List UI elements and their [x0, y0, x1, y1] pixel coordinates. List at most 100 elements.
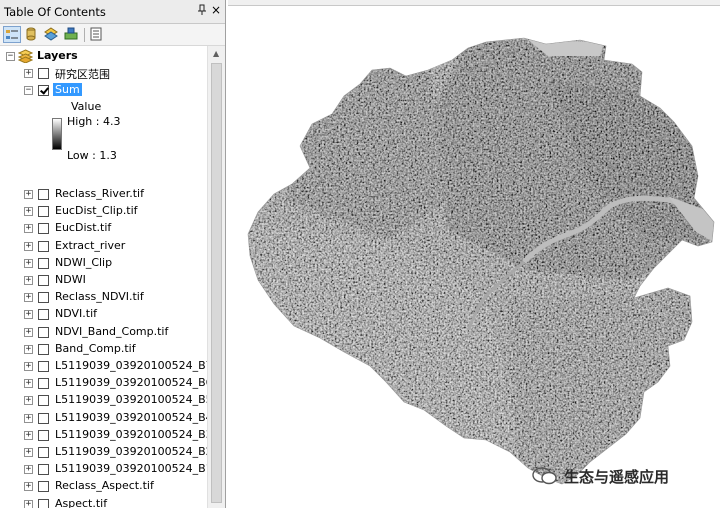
toc-toolbar [0, 24, 225, 46]
layer-visibility-checkbox[interactable] [38, 292, 49, 304]
layer-item[interactable]: + L5119039_03920100524_B50.TI [0, 392, 207, 409]
layer-visibility-checkbox[interactable] [38, 361, 49, 372]
collapse-icon[interactable]: − [24, 86, 33, 95]
expand-icon[interactable]: + [24, 241, 33, 251]
expand-icon[interactable]: + [24, 448, 33, 457]
layer-item[interactable]: + NDWI [0, 272, 207, 289]
collapse-icon[interactable]: − [6, 52, 15, 61]
panel-title-bar: Table Of Contents × [0, 0, 225, 24]
scrollbar-thumb[interactable] [211, 63, 222, 503]
layer-label: L5119039_03920100524_B20.TI [55, 445, 207, 458]
layer-visibility-checkbox[interactable] [38, 412, 49, 424]
layer-visibility-checkbox[interactable] [38, 326, 49, 338]
layer-label: NDWI [55, 273, 86, 286]
layer-tree: − Layers + 研究区范围 − Sum Value High: 4.3 … [0, 46, 207, 508]
layer-item[interactable]: + EucDist_Clip.tif [0, 203, 207, 220]
layer-item[interactable]: + L5119039_03920100524_B30.TI [0, 427, 207, 444]
layer-visibility-checkbox[interactable] [38, 257, 49, 269]
layer-visibility-checkbox[interactable] [38, 206, 49, 218]
layer-visibility-checkbox[interactable] [38, 429, 49, 441]
layer-visibility-checkbox[interactable] [38, 68, 49, 79]
list-by-visibility-button[interactable] [43, 26, 61, 43]
expand-icon[interactable]: + [24, 379, 33, 389]
layer-item[interactable]: + Aspect.tif [0, 496, 207, 508]
layer-item[interactable]: + L5119039_03920100524_B40.TI [0, 410, 207, 427]
expand-icon[interactable]: + [24, 69, 33, 78]
panel-title: Table Of Contents [4, 5, 106, 19]
layers-root[interactable]: − Layers [0, 48, 207, 65]
map-view[interactable] [228, 0, 720, 508]
layer-item[interactable]: + Reclass_NDVI.tif [0, 289, 207, 306]
expand-icon[interactable]: + [24, 293, 33, 303]
layer-visibility-checkbox[interactable] [38, 309, 49, 321]
layers-icon [6, 30, 18, 39]
layer-item[interactable]: + L5119039_03920100524_B20.TI [0, 444, 207, 461]
layer-label: EucDist_Clip.tif [55, 204, 138, 218]
expand-icon[interactable]: + [24, 362, 33, 371]
layers-icon [17, 49, 34, 66]
options-icon [90, 27, 102, 41]
layer-visibility-checkbox[interactable] [38, 447, 49, 458]
list-by-source-button[interactable] [23, 26, 41, 43]
expand-icon[interactable]: + [24, 207, 33, 217]
layer-item[interactable]: + L5119039_03920100524_B60.TI [0, 375, 207, 392]
expand-icon[interactable]: + [24, 258, 33, 268]
layer-item[interactable]: + EucDist.tif [0, 220, 207, 237]
expand-icon[interactable]: + [24, 430, 33, 440]
layer-visibility-checkbox[interactable] [38, 378, 49, 390]
vertical-scrollbar[interactable]: ▲ [207, 46, 225, 508]
expand-icon[interactable]: + [24, 310, 33, 320]
scroll-up-arrow-icon[interactable]: ▲ [213, 49, 219, 58]
layer-item[interactable]: + L5119039_03920100524_B10.TI [0, 461, 207, 478]
layer-label: Extract_river [55, 238, 126, 252]
expand-icon[interactable]: + [24, 465, 33, 475]
expand-icon[interactable]: + [24, 224, 33, 234]
layer-item[interactable]: + Band_Comp.tif [0, 341, 207, 358]
layer-item[interactable]: + NDVI.tif [0, 306, 207, 323]
layer-item[interactable]: + NDWI_Clip [0, 255, 207, 272]
expand-icon[interactable]: + [24, 276, 33, 285]
layer-visibility-checkbox[interactable] [38, 223, 49, 235]
list-by-drawing-order-button[interactable] [3, 26, 21, 43]
expand-icon[interactable]: + [24, 482, 33, 492]
pin-icon[interactable] [197, 4, 207, 19]
layer-item[interactable]: + Extract_river [0, 238, 207, 255]
layer-visibility-checkbox[interactable] [38, 498, 49, 508]
layer-item-study-area[interactable]: + 研究区范围 [0, 65, 207, 82]
toolbar-separator [84, 28, 85, 42]
layer-visibility-checkbox[interactable] [38, 85, 49, 96]
expand-icon[interactable]: + [24, 190, 33, 199]
expand-icon[interactable]: + [24, 499, 33, 508]
expand-icon[interactable]: + [24, 396, 33, 406]
expand-icon[interactable]: + [24, 327, 33, 337]
layer-visibility-checkbox[interactable] [38, 464, 49, 476]
layer-visibility-checkbox[interactable] [38, 481, 49, 493]
layer-visibility-checkbox[interactable] [38, 275, 49, 286]
layer-item[interactable]: + Reclass_River.tif [0, 186, 207, 203]
layer-visibility-checkbox[interactable] [38, 395, 49, 407]
layers-root-label: Layers [37, 49, 78, 62]
map-view-top-border [228, 0, 720, 6]
expand-icon[interactable]: + [24, 344, 33, 354]
layer-label-selected: Sum [53, 83, 82, 96]
table-of-contents-panel: Table Of Contents × − Layers + 研究区范围 − S… [0, 0, 226, 508]
list-by-selection-button[interactable] [63, 26, 81, 43]
layer-label: L5119039_03920100524_B10.TI [55, 462, 207, 476]
layer-label: Aspect.tif [55, 496, 108, 508]
layer-visibility-checkbox[interactable] [38, 189, 49, 200]
layer-label: L5119039_03920100524_B30.TI [55, 427, 207, 441]
raster-map [247, 37, 715, 485]
layer-visibility-checkbox[interactable] [38, 240, 49, 252]
layer-item[interactable]: + L5119039_03920100524_B70.TI [0, 358, 207, 375]
watermark: 生态与遥感应用 [532, 464, 669, 488]
layer-item[interactable]: + Reclass_Aspect.tif [0, 478, 207, 495]
layer-visibility-checkbox[interactable] [38, 343, 49, 355]
legend-low-row: Low : 1.3 [0, 148, 207, 165]
legend-low-label: Low : 1.3 [67, 149, 117, 162]
layer-label: 研究区范围 [55, 68, 110, 81]
layer-item[interactable]: + NDVI_Band_Comp.tif [0, 324, 207, 341]
layer-item-sum[interactable]: − Sum [0, 82, 207, 99]
expand-icon[interactable]: + [24, 413, 33, 423]
close-icon[interactable]: × [211, 3, 221, 17]
options-button[interactable] [88, 26, 106, 43]
